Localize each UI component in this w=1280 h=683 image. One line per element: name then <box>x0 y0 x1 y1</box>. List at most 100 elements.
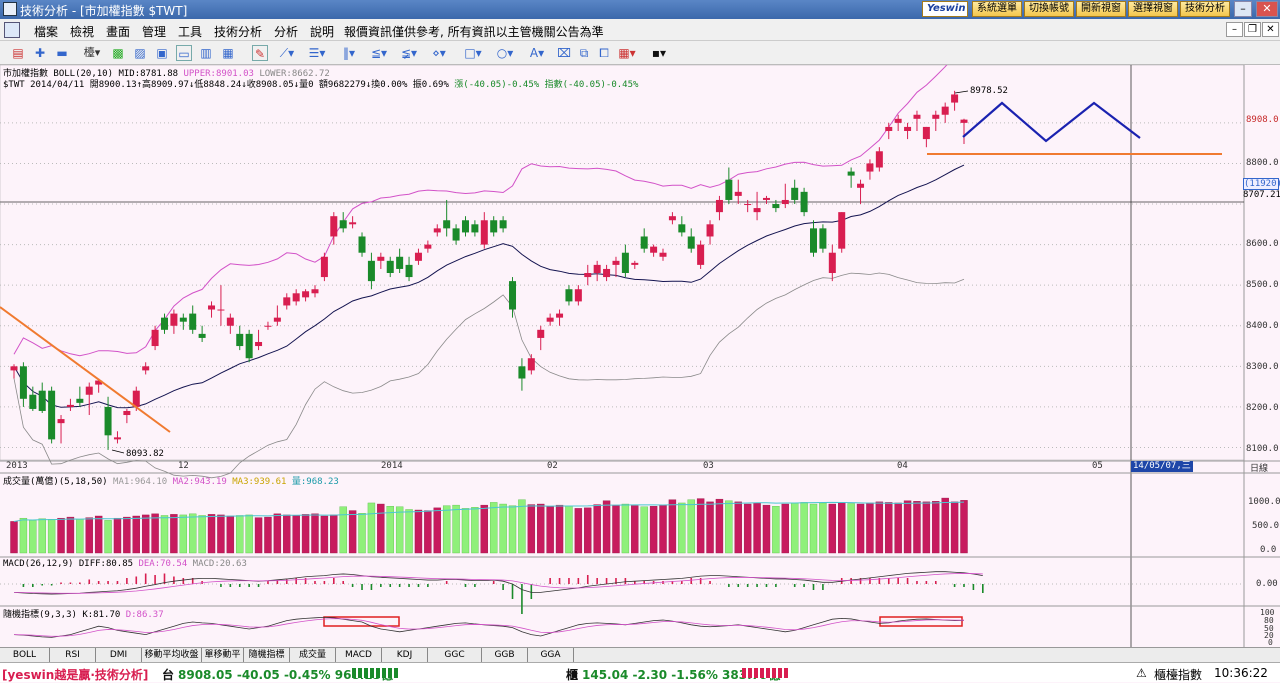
candle-body <box>621 252 629 274</box>
candle-body <box>697 244 705 265</box>
menu-analysis[interactable]: 分析 <box>274 23 298 40</box>
tab-rsi[interactable]: RSI <box>50 648 96 662</box>
candle-body <box>414 252 422 261</box>
otc-index-name[interactable]: 櫃檯指數 <box>1154 666 1202 683</box>
compare-icon[interactable]: ▨ <box>132 45 148 61</box>
indicator-icon[interactable]: ▩ <box>110 45 126 61</box>
crosshair-icon[interactable]: ✚ <box>32 45 48 61</box>
tab-macd[interactable]: MACD <box>336 648 382 662</box>
close-icon[interactable]: ✕ <box>1256 1 1278 17</box>
volume-bar <box>518 499 526 554</box>
tab-single-ma[interactable]: 單移動平 <box>202 648 244 662</box>
volume-current: 量:968.23 <box>291 477 339 487</box>
volume-bar <box>433 507 441 554</box>
volume-bar <box>19 517 28 554</box>
trendline-icon[interactable]: ⟋▾ <box>276 45 298 61</box>
system-menu-button[interactable]: 系統選單 <box>972 1 1022 17</box>
paste-icon[interactable]: ⧠ <box>596 45 612 61</box>
rectangle-icon[interactable]: □▾ <box>462 45 484 61</box>
volume-bar <box>207 514 216 554</box>
candle-body <box>160 317 168 330</box>
channel-icon[interactable]: ⋄▾ <box>428 45 450 61</box>
tab-dmi[interactable]: DMI <box>96 648 142 662</box>
menu-manage[interactable]: 管理 <box>142 23 166 40</box>
menu-file[interactable]: 檔案 <box>34 23 58 40</box>
line-chart-icon[interactable]: ▭ <box>176 45 192 61</box>
tab-kdj[interactable]: KDJ <box>382 648 428 662</box>
volume-bar <box>160 515 169 554</box>
layout-icon[interactable]: ▦ <box>220 45 236 61</box>
volume-bar <box>838 502 846 554</box>
clock: 10:36:22 <box>1214 666 1268 680</box>
period-label[interactable]: 日線 <box>1250 461 1268 474</box>
tab-ggc[interactable]: GGC <box>428 648 482 662</box>
candle-body <box>932 114 940 119</box>
volume-bar <box>292 515 300 554</box>
vline-icon[interactable]: ‖▾ <box>338 45 360 61</box>
volume-bar <box>678 502 686 554</box>
volume-ma2: MA2:943.19 <box>172 477 227 487</box>
volume-bar <box>273 513 282 554</box>
fib-icon[interactable]: ≨▾ <box>398 45 420 61</box>
copy-icon[interactable]: ⧉ <box>576 45 592 61</box>
technical-analysis-button[interactable]: 技術分析 <box>1180 1 1230 17</box>
candle-body <box>612 260 620 265</box>
zoom-icon[interactable]: ▣ <box>154 45 170 61</box>
volume-bar <box>696 498 705 554</box>
menu-help[interactable]: 說明 <box>310 23 334 40</box>
volume-bar <box>753 502 761 554</box>
candle-body <box>330 216 338 237</box>
volume-bar <box>189 513 197 554</box>
candle-body <box>574 289 582 302</box>
window-icon[interactable]: ▥ <box>198 45 214 61</box>
last-price-label: 8908.0 <box>1246 115 1279 125</box>
volume-bar <box>76 519 84 554</box>
chart-area: 市加權指數 BOLL(20,10) MID:8781.88 UPPER:8901… <box>0 65 1280 647</box>
candle-body <box>349 222 357 225</box>
child-restore-icon[interactable]: ❐ <box>1244 22 1261 37</box>
tab-ggb[interactable]: GGB <box>482 648 528 662</box>
kd-d-value: D:86.37 <box>125 610 164 620</box>
child-minimize-icon[interactable]: – <box>1226 22 1243 37</box>
tab-boll[interactable]: BOLL <box>0 648 50 662</box>
tab-ma-close[interactable]: 移動平均收盤 <box>142 648 202 662</box>
volume-bar <box>706 501 714 554</box>
tab-kd[interactable]: 隨機指標 <box>244 648 290 662</box>
volume-bar <box>358 513 366 554</box>
ellipse-icon[interactable]: ○▾ <box>494 45 516 61</box>
menu-view[interactable]: 檢視 <box>70 23 94 40</box>
panel-icon[interactable]: ▬ <box>54 45 70 61</box>
candle-body <box>706 224 714 237</box>
minimize-icon[interactable]: – <box>1234 1 1252 17</box>
volume-bar <box>85 517 93 554</box>
candle-body <box>556 313 564 318</box>
x-tick-2013: 2013 <box>6 461 28 471</box>
candle-body <box>19 366 27 399</box>
candle-body <box>537 329 545 338</box>
grid-dropdown[interactable]: 檯▾ <box>82 45 102 61</box>
child-close-icon[interactable]: ✕ <box>1262 22 1279 37</box>
menu-technical-analysis[interactable]: 技術分析 <box>214 23 262 40</box>
menu-tools[interactable]: 工具 <box>178 23 202 40</box>
chart-type-icon[interactable]: ▤ <box>10 45 26 61</box>
select-window-button[interactable]: 選擇視窗 <box>1128 1 1178 17</box>
volume-bar <box>960 500 968 554</box>
tab-volume[interactable]: 成交量 <box>290 648 336 662</box>
save-icon[interactable]: ▪▾ <box>648 45 670 61</box>
candle-body <box>753 208 761 213</box>
erase-icon[interactable]: ⌧ <box>556 45 572 61</box>
candle-body <box>320 256 328 278</box>
color-icon[interactable]: ▦▾ <box>616 45 638 61</box>
new-window-button[interactable]: 開新視窗 <box>1076 1 1126 17</box>
quote-values: $TWT 2014/04/11 開8900.13↑高8909.97↓低8848.… <box>3 80 449 90</box>
tab-gga[interactable]: GGA <box>528 648 574 662</box>
candle-body <box>66 404 74 407</box>
candle-body <box>603 268 611 278</box>
menu-screen[interactable]: 畫面 <box>106 23 130 40</box>
switch-account-button[interactable]: 切換帳號 <box>1024 1 1074 17</box>
text-icon[interactable]: A▾ <box>526 45 548 61</box>
cursor-value-box-2: 8707.21 <box>1243 190 1280 200</box>
draw-tool-icon[interactable]: ✎ <box>252 45 268 61</box>
hline-icon[interactable]: ☰▾ <box>306 45 328 61</box>
fan-icon[interactable]: ≦▾ <box>368 45 390 61</box>
